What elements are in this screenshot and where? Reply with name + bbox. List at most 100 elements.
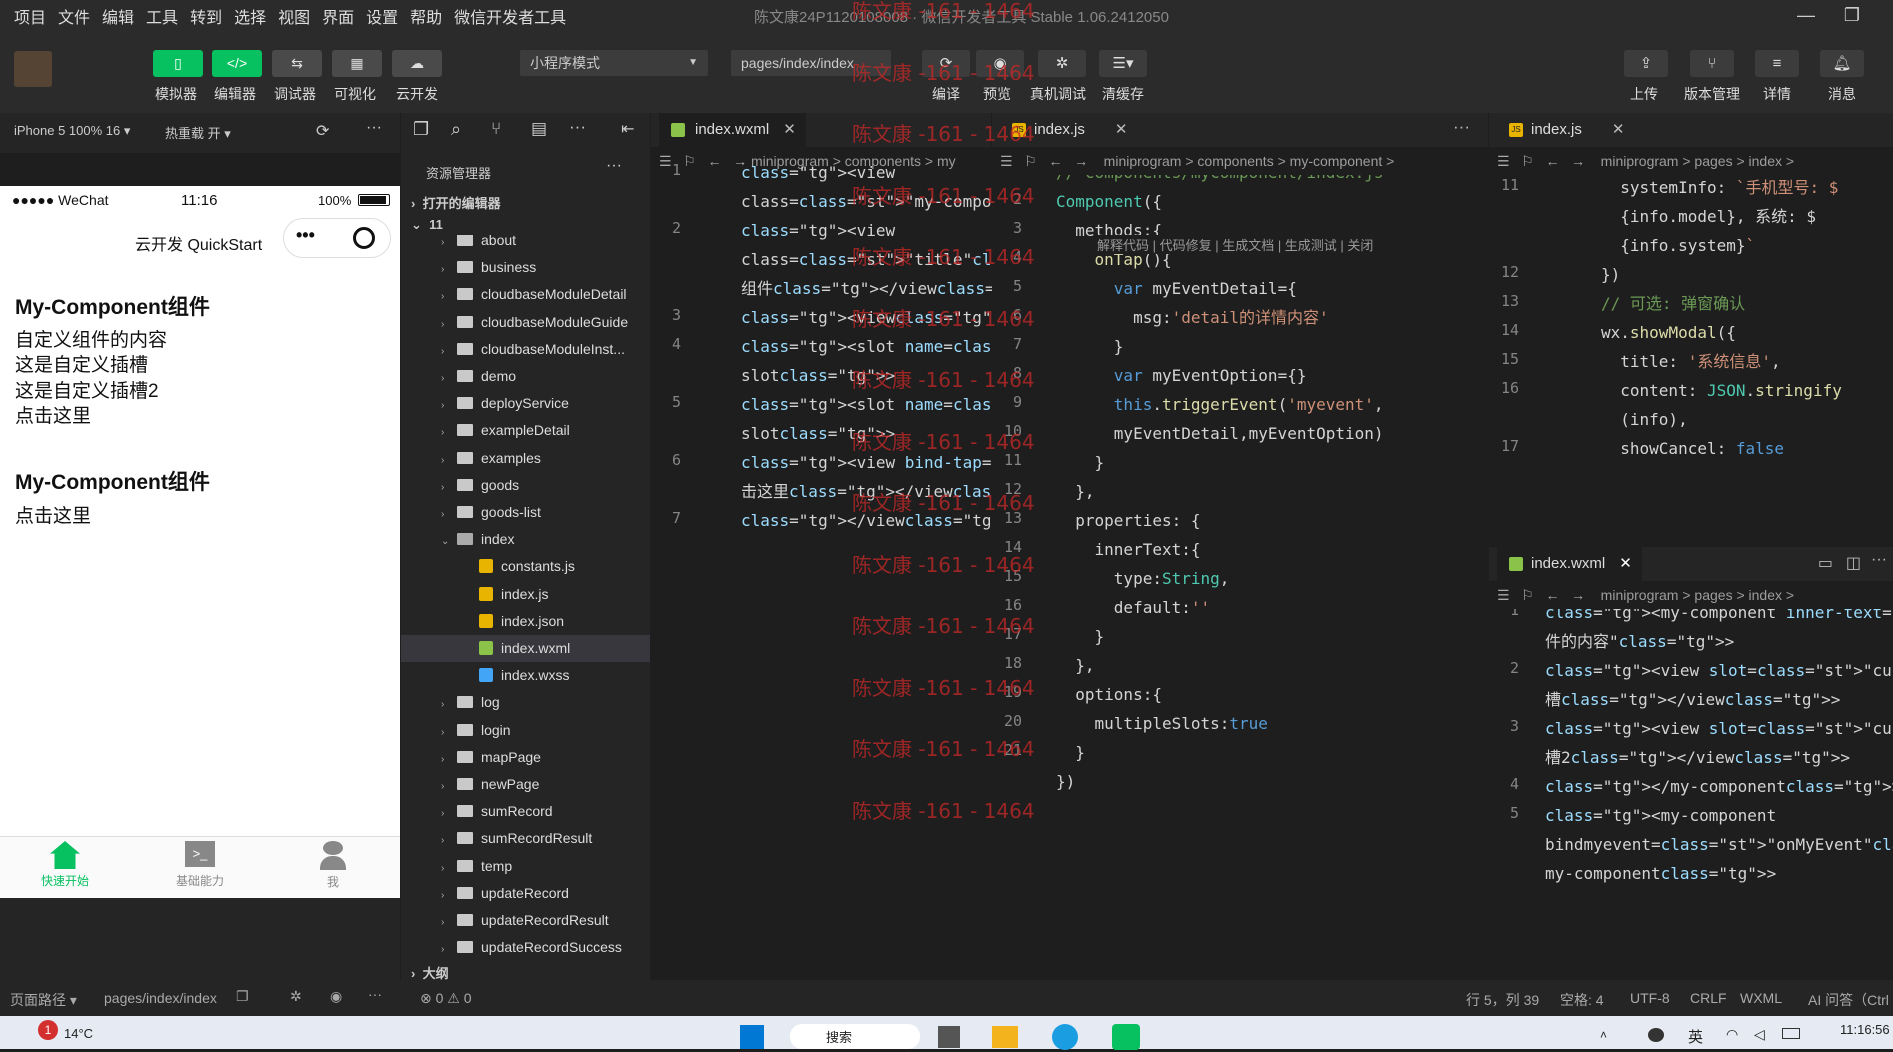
line-ending[interactable]: CRLF xyxy=(1690,990,1727,1006)
volume-icon[interactable]: ◁ xyxy=(1754,1026,1765,1043)
edge-icon[interactable] xyxy=(1052,1024,1078,1050)
tree-item[interactable]: constants.js xyxy=(401,553,650,580)
close-icon[interactable]: ✕ xyxy=(1115,121,1128,138)
version-control-button[interactable]: ⑂ xyxy=(1690,50,1734,77)
menu-item[interactable]: 编辑 xyxy=(96,4,140,28)
menu-item[interactable]: 界面 xyxy=(316,4,360,28)
messages-button[interactable]: 🔔︎ xyxy=(1820,50,1864,77)
tab-me[interactable]: 我 xyxy=(303,841,363,890)
code-area[interactable]: class="tg"><view class=class="st">"my-com… xyxy=(651,161,1415,980)
encoding[interactable]: UTF-8 xyxy=(1630,990,1670,1006)
tab-index-wxml[interactable]: index.wxml ✕ xyxy=(659,113,806,147)
tap-here-text-2[interactable]: 点击这里 xyxy=(15,501,91,528)
tree-item[interactable]: › log xyxy=(401,689,650,716)
temperature[interactable]: 14°C xyxy=(64,1026,93,1041)
cursor-position[interactable]: 行 5，列 39 xyxy=(1466,990,1539,1010)
mode-select[interactable]: 小程序模式 ▼ xyxy=(520,50,708,76)
comment-icon[interactable]: ▭ xyxy=(1818,553,1833,573)
collapse-panel-icon[interactable]: ⇤ xyxy=(621,119,634,139)
tree-item[interactable]: › exampleDetail xyxy=(401,417,650,444)
battery-icon[interactable] xyxy=(1782,1028,1800,1039)
more-icon[interactable]: ··· xyxy=(1871,551,1887,569)
tab-page-index-js[interactable]: JS index.js ✕ xyxy=(1497,113,1634,147)
task-view-icon[interactable] xyxy=(938,1026,960,1048)
more-icon[interactable]: ··· xyxy=(606,157,622,175)
simulator-toggle[interactable]: ▯ xyxy=(153,50,203,77)
menu-item[interactable]: 选择 xyxy=(228,4,272,28)
file-explorer-icon[interactable] xyxy=(992,1026,1018,1048)
tree-item[interactable]: index.js xyxy=(401,581,650,608)
clock[interactable]: 11:16:56 xyxy=(1840,1022,1890,1037)
tree-item[interactable]: › demo xyxy=(401,363,650,390)
page-path-select[interactable]: 页面路径 ▾ xyxy=(10,990,77,1010)
code-area[interactable]: this.setData({ systemInfo: `手机型号: $ {inf… xyxy=(1489,169,1893,543)
source-control-icon[interactable]: ⑂ xyxy=(491,119,501,139)
wechat-devtools-icon[interactable] xyxy=(1112,1024,1140,1050)
open-editors-section[interactable]: › 打开的编辑器 xyxy=(411,193,501,212)
menu-item[interactable]: 帮助 xyxy=(404,4,448,28)
split-editor-icon[interactable]: ◫ xyxy=(1846,553,1861,573)
visual-toggle[interactable]: ▦ xyxy=(332,50,382,77)
tree-item[interactable]: › mapPage xyxy=(401,744,650,771)
debugger-toggle[interactable]: ⇆ xyxy=(272,50,322,77)
taskbar-search[interactable]: 搜索 xyxy=(790,1024,920,1049)
tree-item[interactable]: › deployService xyxy=(401,390,650,417)
files-icon[interactable]: ❐ xyxy=(413,119,429,140)
details-button[interactable]: ≡ xyxy=(1755,50,1799,77)
tree-item[interactable]: › sumRecord xyxy=(401,798,650,825)
weather-badge[interactable]: 1 xyxy=(38,1020,58,1040)
ai-chat[interactable]: AI 问答（Ctrl xyxy=(1808,990,1889,1010)
tree-item[interactable]: › newPage xyxy=(401,771,650,798)
minimize-button[interactable]: — xyxy=(1783,0,1829,31)
upload-button[interactable]: ⇪ xyxy=(1624,50,1668,77)
menu-item[interactable]: 设置 xyxy=(360,4,404,28)
tree-item[interactable]: › login xyxy=(401,717,650,744)
avatar[interactable] xyxy=(14,51,52,87)
tree-item[interactable]: › examples xyxy=(401,445,650,472)
tab-page-index-wxml[interactable]: index.wxml ✕ xyxy=(1497,547,1642,581)
tab-quickstart[interactable]: 快速开始 xyxy=(35,841,95,889)
copy-icon[interactable]: ❐ xyxy=(236,988,249,1005)
maximize-button[interactable]: ❐ xyxy=(1829,0,1875,31)
indentation[interactable]: 空格: 4 xyxy=(1560,990,1604,1010)
device-select[interactable]: iPhone 5 100% 16 ▾ xyxy=(14,123,130,139)
tree-item[interactable]: › temp xyxy=(401,853,650,880)
real-device-debug-button[interactable]: ✲ xyxy=(1038,50,1086,77)
tree-item[interactable]: index.wxss xyxy=(401,662,650,689)
tree-item[interactable]: › cloudbaseModuleInst... xyxy=(401,336,650,363)
menu-item[interactable]: 工具 xyxy=(140,4,184,28)
cloud-dev-button[interactable]: ☁ xyxy=(392,50,442,77)
tree-item[interactable]: › about xyxy=(401,235,650,254)
codelens-actions[interactable]: 解释代码 | 代码修复 | 生成文档 | 生成测试 | 关闭 xyxy=(1097,235,1374,254)
tap-here-text[interactable]: 点击这里 xyxy=(15,401,91,428)
tree-item[interactable]: › goods-list xyxy=(401,499,650,526)
extensions-icon[interactable]: ▤ xyxy=(531,119,547,139)
tree-item[interactable]: › sumRecordResult xyxy=(401,825,650,852)
close-icon[interactable]: ✕ xyxy=(783,121,796,138)
eye-icon[interactable]: ◉ xyxy=(330,988,342,1005)
tree-item[interactable]: › business xyxy=(401,254,650,281)
tree-item[interactable]: ⌄ index xyxy=(401,526,650,553)
tree-item[interactable]: index.wxml xyxy=(401,635,650,662)
language-mode[interactable]: WXML xyxy=(1740,990,1782,1006)
more-icon[interactable]: ··· xyxy=(368,986,382,1002)
tree-item[interactable]: index.json xyxy=(401,608,650,635)
refresh-icon[interactable]: ⟳ xyxy=(316,121,329,141)
hot-reload-select[interactable]: 热重载 开 ▾ xyxy=(165,123,231,142)
menu-item[interactable]: 视图 xyxy=(272,4,316,28)
tree-item[interactable]: › updateRecord xyxy=(401,880,650,907)
bug-icon[interactable]: ✲ xyxy=(290,988,302,1005)
problems-indicator[interactable]: ⊗ 0 ⚠ 0 xyxy=(420,990,472,1007)
menu-item[interactable]: 项目 xyxy=(8,4,52,28)
close-icon[interactable]: ✕ xyxy=(1612,121,1625,138)
tree-item[interactable]: › cloudbaseModuleGuide xyxy=(401,309,650,336)
tab-basic[interactable]: >_ 基础能力 xyxy=(170,841,230,889)
more-icon[interactable]: ··· xyxy=(1453,117,1470,137)
clear-cache-button[interactable]: ☰▾ xyxy=(1099,50,1147,77)
chevron-up-icon[interactable]: ˄ xyxy=(1600,1028,1607,1042)
tree-item[interactable]: › cloudbaseModuleDetail xyxy=(401,281,650,308)
windows-start-icon[interactable] xyxy=(740,1025,764,1049)
tree-item[interactable]: › updateRecordSuccess xyxy=(401,934,650,960)
close-capsule-icon[interactable] xyxy=(353,227,375,249)
code-area[interactable]: // components/mycomponent/index.jsCompon… xyxy=(992,175,1488,980)
